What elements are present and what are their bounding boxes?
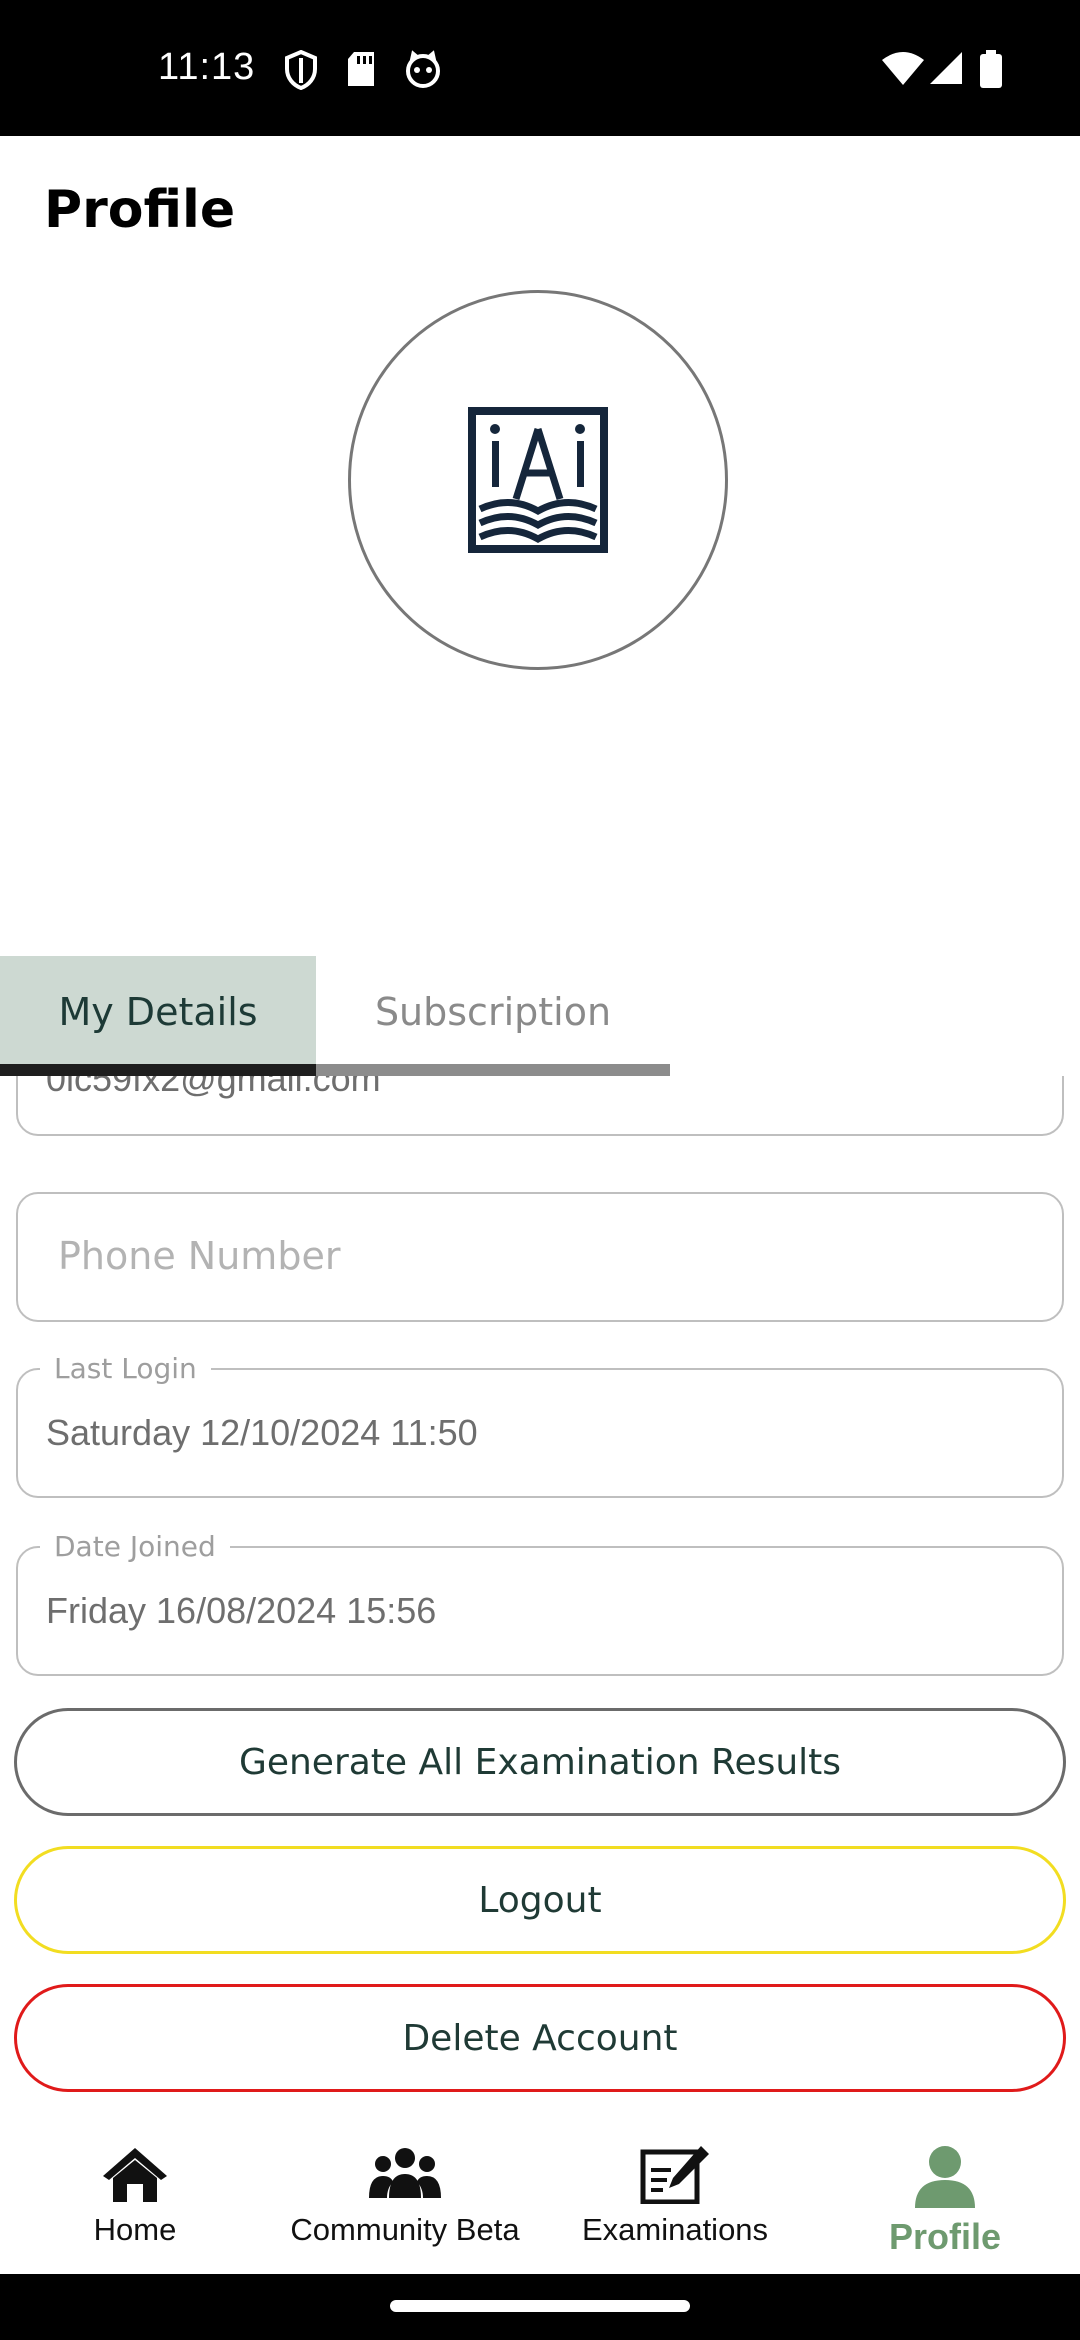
nav-examinations-label: Examinations [581,2212,769,2247]
home-gesture-handle[interactable] [390,2300,690,2312]
last-login-field: Last Login Saturday 12/10/2024 11:50 [16,1352,1064,1498]
tab-indicator-active [0,1064,316,1076]
book-logo-icon [468,407,608,553]
date-joined-field: Date Joined Friday 16/08/2024 15:56 [16,1530,1064,1676]
bottom-navigation: Home Community Beta Examinations Profile [0,2116,1080,2274]
nav-profile-label: Profile [888,2216,1002,2257]
nav-examinations[interactable]: Examinations [570,2116,780,2274]
users-icon [369,2148,441,2198]
status-time: 11:13 [158,46,256,88]
nav-home-label: Home [93,2212,177,2247]
details-scroll-area[interactable]: 0lc59fx2@gmail.com Phone Number Last Log… [0,1076,1080,2116]
email-field[interactable]: 0lc59fx2@gmail.com [16,1076,1064,1136]
logout-button[interactable]: Logout [14,1846,1066,1954]
date-joined-value: Friday 16/08/2024 15:56 [46,1590,437,1631]
signal-icon [930,52,962,84]
generate-results-button[interactable]: Generate All Examination Results [14,1708,1066,1816]
home-icon [103,2148,167,2202]
tab-my-details[interactable]: My Details [0,956,316,1068]
tab-bar: My Details Subscription [0,956,670,1076]
tab-indicator-inactive [316,1064,670,1076]
gesture-bar [0,2274,1080,2340]
last-login-value: Saturday 12/10/2024 11:50 [46,1412,478,1453]
date-joined-label: Date Joined [40,1530,230,1563]
exam-icon [640,2146,709,2204]
page-title: Profile [44,180,236,240]
nav-community[interactable]: Community Beta [270,2116,540,2274]
wifi-icon [882,52,924,85]
last-login-label: Last Login [40,1352,211,1385]
tab-subscription[interactable]: Subscription [316,956,670,1068]
nav-community-label: Community Beta [290,2212,520,2247]
phone-number-placeholder: Phone Number [58,1234,341,1278]
delete-account-button[interactable]: Delete Account [14,1984,1066,2092]
status-bar: 11:13 [0,0,1080,136]
cat-icon [406,50,440,88]
nav-home[interactable]: Home [40,2116,230,2274]
avatar[interactable] [348,290,728,670]
email-value: 0lc59fx2@gmail.com [46,1076,381,1099]
nav-profile[interactable]: Profile [850,2116,1040,2274]
person-icon [915,2146,975,2208]
sd-card-icon [348,52,374,86]
battery-icon [980,50,1002,88]
phone-number-field[interactable]: Phone Number [16,1192,1064,1322]
shield-icon [285,50,317,90]
